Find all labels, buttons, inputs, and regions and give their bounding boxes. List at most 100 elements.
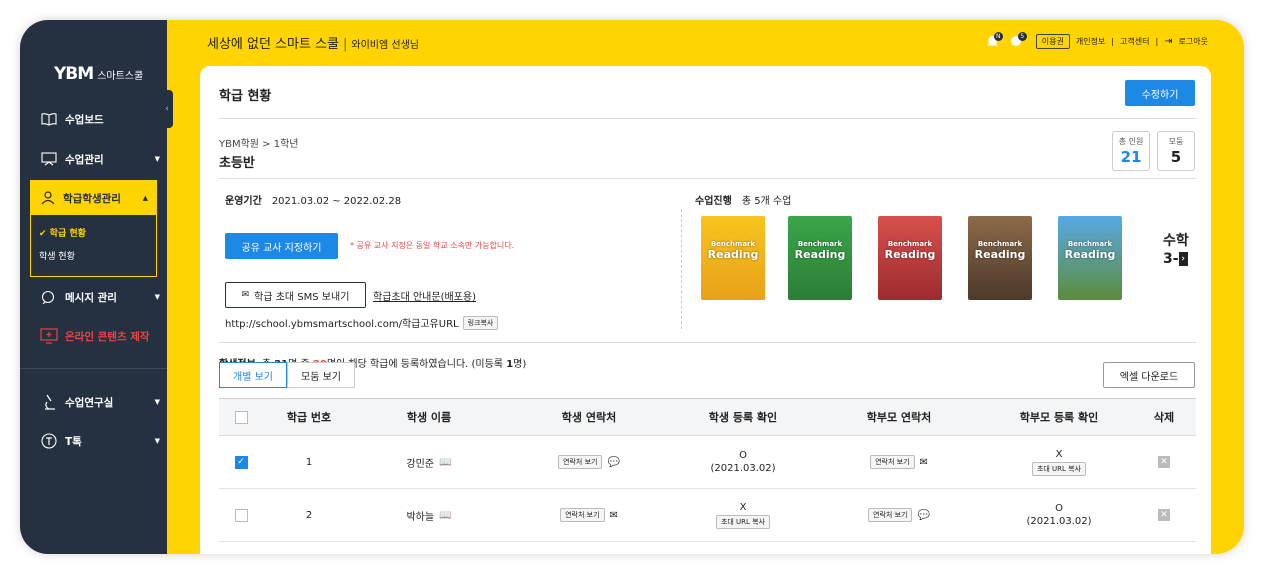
chat-icon[interactable]: 💬 — [607, 457, 619, 468]
progress-label: 수업진행 — [695, 196, 732, 207]
delete-cell: ✕ — [1144, 489, 1184, 541]
people-icon — [40, 191, 56, 205]
share-note: * 공유 교사 지정은 동일 학교 소속만 가능합니다. — [350, 241, 515, 250]
delete-icon[interactable]: ✕ — [1158, 456, 1170, 468]
sidebar-item-label: 수업연구실 — [65, 396, 114, 409]
parent-reg-cell: O (2021.03.02) — [1004, 489, 1114, 541]
plan-button[interactable]: 이용권 — [1035, 34, 1070, 49]
book-cover[interactable]: Benchmark Reading — [878, 216, 942, 300]
book-cover[interactable]: Benchmark Reading — [701, 216, 765, 300]
sidebar-item-label: 학급학생관리 — [63, 192, 121, 205]
personal-info-link[interactable]: 개인정보 — [1076, 36, 1105, 47]
student-contact-button[interactable]: 연락처 보기 — [558, 455, 603, 469]
book-icon[interactable]: 📖 — [439, 457, 451, 468]
message-badge: 5 — [1017, 31, 1027, 41]
vertical-divider — [681, 209, 682, 329]
sidebar-item-online-content[interactable]: 온라인 콘텐츠 제작 — [40, 325, 158, 347]
student-reg-cell: O (2021.03.02) — [693, 436, 793, 488]
chat-icon[interactable]: 💬 — [917, 510, 929, 521]
logout-icon: ⇥ — [1164, 36, 1173, 47]
sidebar-item-research[interactable]: 수업연구실 ▼ — [40, 391, 160, 413]
book-cover[interactable]: Benchmark Reading — [788, 216, 852, 300]
summary-text: 명) — [513, 359, 527, 370]
microscope-icon — [40, 393, 58, 411]
sidebar-item-message[interactable]: 메시지 관리 ▼ — [40, 286, 160, 308]
header-utilities: N 5 이용권 개인정보 | 고객센터 | ⇥ 로그아웃 — [986, 31, 1208, 49]
invite-url: http://school.ybmsmartschool.com/학급고유URL — [225, 319, 459, 330]
stat-value: 5 — [1170, 148, 1182, 166]
student-name-cell: 박하늘 📖 — [389, 489, 469, 541]
book-icon[interactable]: 📖 — [439, 510, 451, 521]
student-table: 학급 번호 학생 이름 학생 연락처 학생 등록 확인 학부모 연락처 학부모 … — [219, 398, 1196, 542]
invite-url-copy-button[interactable]: 초대 URL 복사 — [715, 514, 771, 529]
table-row: ✓ 1 강민준 📖 연락처 보기 💬 O (2021.03.02) 연락처 보기 ✉ X… — [219, 436, 1196, 489]
mail-icon[interactable]: ✉ — [920, 457, 928, 468]
parent-contact-cell: 연락처 보기 ✉ — [849, 436, 949, 488]
student-reg-cell: X 초대 URL 복사 — [693, 489, 793, 541]
logout-link[interactable]: 로그아웃 — [1179, 36, 1208, 47]
chevron-down-icon: ▼ — [154, 398, 160, 406]
reg-status: O — [739, 450, 747, 461]
sidebar-item-class-manage[interactable]: 수업관리 ▼ — [40, 148, 160, 170]
chevron-right-icon[interactable]: › — [1178, 252, 1188, 266]
sidebar-collapse-button[interactable]: ‹ — [161, 90, 173, 128]
book-brand: Benchmark — [797, 240, 843, 248]
invite-url-row: http://school.ybmsmartschool.com/학급고유URL… — [225, 315, 499, 330]
row-select-cell: ✓ — [234, 436, 248, 488]
stat-label: 총 인원 — [1118, 137, 1144, 146]
invite-notice-link[interactable]: 학급초대 안내문(배포용) — [373, 288, 476, 303]
stat-label: 모둠 — [1168, 137, 1184, 146]
main-panel: 학급 현황 수정하기 YBM학원 > 1학년 초등반 총 인원 21 모둠 5 … — [200, 66, 1211, 554]
progress-row: 수업진행 총 5개 수업 — [695, 192, 791, 207]
edit-button[interactable]: 수정하기 — [1125, 80, 1195, 106]
parent-contact-button[interactable]: 연락처 보기 — [868, 508, 913, 522]
student-contact-cell: 연락처 보기 💬 — [539, 436, 639, 488]
book-brand: Benchmark — [1067, 240, 1113, 248]
col-header: 학부모 등록 확인 — [1019, 411, 1099, 424]
customer-center-link[interactable]: 고객센터 — [1120, 36, 1149, 47]
parent-contact-button[interactable]: 연락처 보기 — [870, 455, 915, 469]
sidebar-subitem-class-status[interactable]: ✔ 학급 현황 — [39, 226, 86, 239]
parent-reg-date: (2021.03.02) — [1026, 516, 1092, 527]
sidebar-item-class-board[interactable]: 수업보드 — [40, 108, 158, 130]
row-select-cell — [234, 489, 248, 541]
row-checkbox[interactable]: ✓ — [234, 455, 248, 469]
row-checkbox[interactable] — [234, 508, 248, 522]
delete-icon[interactable]: ✕ — [1158, 509, 1170, 521]
excel-download-button[interactable]: 엑셀 다운로드 — [1103, 362, 1195, 388]
divider — [219, 118, 1196, 119]
sidebar-item-ttalk[interactable]: T톡 ▼ — [40, 430, 160, 452]
book-more[interactable]: 수학 3- › — [1163, 232, 1189, 268]
divider — [219, 342, 1196, 343]
header-title-group: 세상에 없던 스마트 스쿨 | 와이비엠 선생님 — [207, 33, 419, 52]
book-brand: Benchmark — [887, 240, 933, 248]
book-cover[interactable]: Benchmark Reading — [968, 216, 1032, 300]
reg-status: X — [739, 501, 747, 513]
select-all-checkbox[interactable] — [234, 410, 248, 424]
sidebar-subitem-student-status[interactable]: 학생 현황 — [39, 249, 75, 262]
book-cover[interactable]: Benchmark Reading — [1058, 216, 1122, 300]
more-book-line2: 3- — [1163, 251, 1179, 267]
student-contact-button[interactable]: 연락처 보기 — [560, 508, 605, 522]
share-teacher-button[interactable]: 공유 교사 지정하기 — [225, 233, 338, 259]
sidebar-item-student-manage[interactable]: 학급학생관리 ▲ — [31, 181, 156, 215]
student-name-cell: 강민준 📖 — [389, 436, 469, 488]
divider — [219, 178, 1196, 179]
logo[interactable]: YBM 스마트스쿨 — [54, 64, 143, 84]
sidebar-item-label: 수업관리 — [65, 153, 104, 166]
t-circle-icon — [40, 432, 58, 450]
view-tabs: 개별 보기 모둠 보기 — [219, 362, 355, 388]
parent-reg-status: X — [1055, 448, 1063, 460]
tab-individual[interactable]: 개별 보기 — [219, 362, 287, 388]
copy-link-button[interactable]: 링크복사 — [462, 315, 499, 330]
book-brand: Benchmark — [977, 240, 1023, 248]
tab-group[interactable]: 모둠 보기 — [287, 362, 355, 388]
message-bubble-icon[interactable]: 5 — [1010, 31, 1027, 49]
separator: | — [1155, 37, 1159, 46]
reg-date: (2021.03.02) — [710, 463, 776, 474]
sms-invite-button[interactable]: ✉ 학급 초대 SMS 보내기 — [225, 282, 366, 308]
sidebar-item-label: 수업보드 — [65, 113, 104, 126]
notification-bell-icon[interactable]: N — [986, 31, 1003, 49]
invite-url-copy-button[interactable]: 초대 URL 복사 — [1031, 461, 1087, 476]
mail-icon[interactable]: ✉ — [610, 510, 618, 521]
